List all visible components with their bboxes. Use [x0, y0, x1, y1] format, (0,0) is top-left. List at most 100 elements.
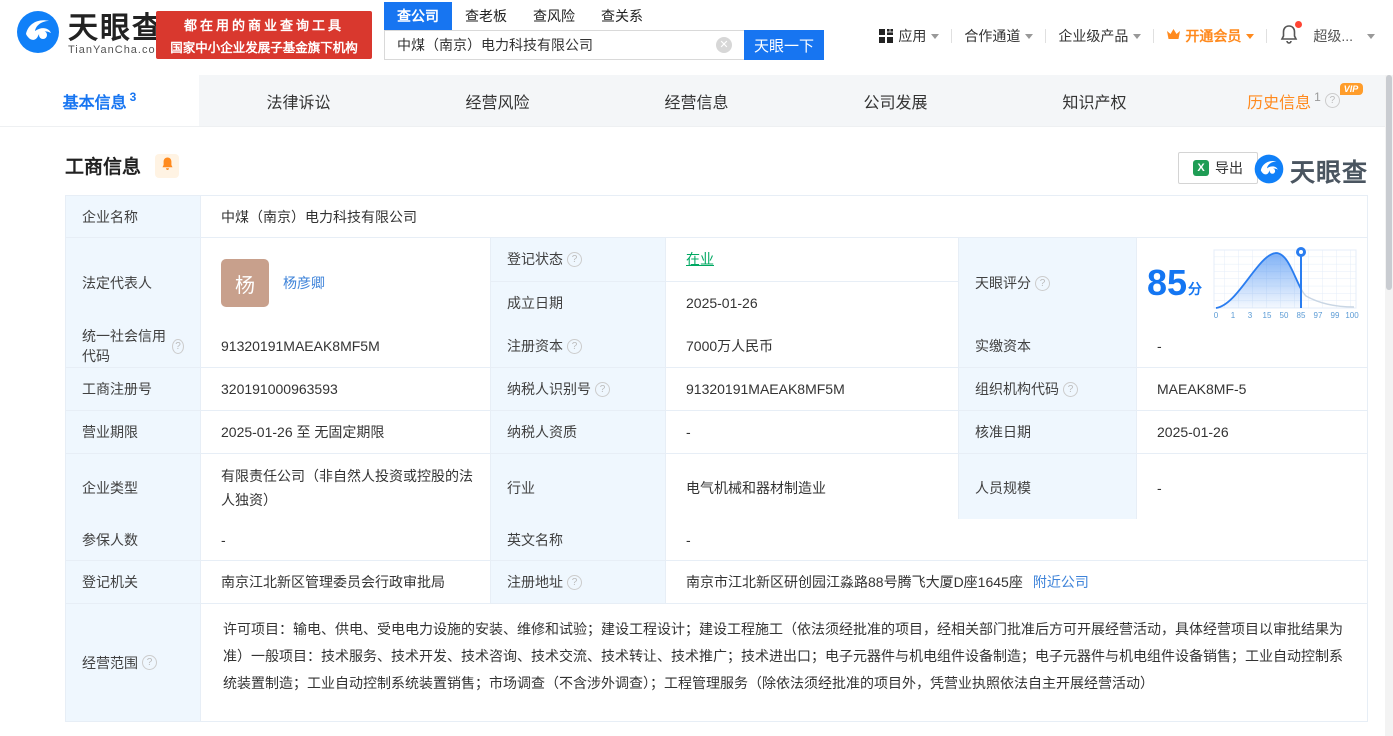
section-title: 工商信息: [65, 157, 142, 178]
help-icon[interactable]: ?: [142, 655, 157, 670]
nearby-companies-link[interactable]: 附近公司: [1033, 572, 1089, 592]
help-icon[interactable]: ?: [1324, 93, 1340, 108]
reg-status-value[interactable]: 在业: [686, 249, 714, 269]
help-icon[interactable]: ?: [1035, 275, 1050, 291]
slogan-line1: 都在用的商业查询工具: [183, 17, 344, 33]
tab-basic-info[interactable]: 基本信息 3: [0, 75, 199, 126]
help-icon[interactable]: ?: [1063, 381, 1078, 397]
tab-operating-info-label: 经营信息: [664, 94, 729, 112]
page-scrollbar[interactable]: [1385, 75, 1393, 736]
establish-date-label: 成立日期: [507, 295, 563, 312]
help-icon[interactable]: ?: [567, 338, 582, 354]
watermark-text: 天眼查: [1289, 159, 1368, 187]
tab-legal[interactable]: 法律诉讼: [199, 75, 398, 126]
top-menu: 应用 合作通道 企业级产品 开通会员 超级...: [879, 21, 1375, 48]
search-tab-company[interactable]: 查公司: [384, 2, 452, 30]
reg-number-label: 工商注册号: [66, 368, 201, 411]
tick-label: 99: [1331, 311, 1340, 320]
tab-operating-risk[interactable]: 经营风险: [398, 75, 597, 126]
reg-number-value: 320191000963593: [201, 368, 491, 411]
company-nav-tabs: 基本信息 3 法律诉讼 经营风险 经营信息 公司发展 知识产权 VIP 历史信息…: [0, 75, 1393, 127]
menu-partner[interactable]: 合作通道: [964, 26, 1034, 46]
reg-status-value-cell: 在业: [666, 238, 958, 282]
business-scope-label: 经营范围: [82, 654, 138, 671]
approve-date-label: 核准日期: [959, 411, 1137, 454]
status-subtable: 登记状态 ? 在业 成立日期 2025-01-26: [491, 238, 959, 329]
menu-apps[interactable]: 应用: [879, 26, 940, 46]
tianyancha-logo[interactable]: 天眼查 TianYanCha.com: [16, 10, 166, 59]
menu-user[interactable]: 超级...: [1313, 26, 1375, 46]
industry-value: 电气机械和器材制造业: [666, 454, 959, 523]
vip-badge: VIP: [1339, 83, 1364, 95]
reg-address-label: 注册地址: [507, 574, 563, 590]
search-input[interactable]: [384, 30, 744, 60]
reg-capital-label: 注册资本: [507, 338, 563, 354]
help-icon[interactable]: ?: [567, 251, 582, 267]
brand-domain: TianYanCha.com: [68, 43, 166, 56]
reg-capital-label-cell: 注册资本 ?: [491, 325, 666, 368]
tick-label: 85: [1297, 311, 1306, 320]
menu-enterprise[interactable]: 企业级产品: [1058, 26, 1142, 46]
reg-status-label-cell: 登记状态 ?: [491, 238, 666, 282]
staff-size-label: 人员规模: [959, 454, 1137, 523]
table-row: 法定代表人 杨 杨彦卿 登记状态 ? 在业 成立日期 2025-01-26 天眼…: [66, 238, 1368, 329]
chevron-down-icon: [1025, 33, 1034, 39]
table-row: 工商注册号 320191000963593 纳税人识别号 ? 91320191M…: [66, 368, 1368, 411]
notification-dot: [1295, 21, 1303, 28]
business-term-value: 2025-01-26 至 无固定期限: [201, 411, 491, 454]
clear-search-icon[interactable]: ✕: [716, 37, 732, 53]
scrollbar-thumb[interactable]: [1386, 75, 1392, 290]
tick-label: 1: [1231, 311, 1236, 320]
business-scope-label-cell: 经营范围 ?: [66, 604, 201, 722]
paid-capital-value: -: [1137, 325, 1368, 368]
search-tab-risk[interactable]: 查风险: [520, 2, 588, 30]
help-icon[interactable]: ?: [595, 381, 610, 397]
score-distribution-chart: 0 1 3 15 50 85 97 99 100: [1210, 242, 1360, 324]
notification-bell-icon[interactable]: [1279, 21, 1303, 48]
top-header: 天眼查 TianYanCha.com 都在用的商业查询工具 国家中小企业发展子基…: [0, 0, 1393, 75]
tab-operating-info[interactable]: 经营信息: [597, 75, 796, 126]
org-code-label: 组织机构代码: [975, 381, 1059, 397]
taxpayer-id-value: 91320191MAEAK8MF5M: [666, 368, 959, 411]
subscribe-bell-icon[interactable]: [155, 153, 180, 178]
company-name-label: 企业名称: [66, 196, 201, 238]
tab-history-info-count: 1: [1314, 89, 1321, 104]
menu-divider: [951, 29, 953, 43]
approve-date-value: 2025-01-26: [1137, 411, 1368, 454]
menu-enterprise-label: 企业级产品: [1058, 28, 1129, 44]
menu-open-vip-label: 开通会员: [1185, 28, 1242, 44]
establish-date-label-cell: 成立日期: [491, 281, 666, 325]
menu-open-vip[interactable]: 开通会员: [1166, 26, 1255, 46]
excel-icon: X: [1193, 160, 1209, 176]
reg-capital-value: 7000万人民币: [666, 325, 959, 368]
reg-status-label: 登记状态: [507, 251, 563, 268]
tab-basic-info-count: 3: [129, 89, 137, 104]
tab-history-info[interactable]: VIP 历史信息 1 ?: [1194, 75, 1393, 126]
help-icon[interactable]: ?: [567, 574, 582, 590]
legal-rep-link[interactable]: 杨彦卿: [283, 273, 325, 293]
tick-label: 100: [1345, 311, 1359, 320]
taxpayer-id-label-cell: 纳税人识别号 ?: [491, 368, 666, 411]
section-header: 工商信息 X 导出 天眼查: [65, 152, 1368, 189]
tab-basic-info-label: 基本信息: [62, 94, 127, 112]
help-icon[interactable]: ?: [172, 338, 184, 354]
search-button[interactable]: 天眼一下: [744, 30, 824, 60]
staff-size-value: -: [1137, 454, 1368, 523]
tick-label: 3: [1248, 311, 1253, 320]
watermark-logo: 天眼查: [1254, 153, 1368, 189]
search-area: 查公司 查老板 查风险 查关系 ✕ 天眼一下: [384, 2, 824, 60]
tab-company-development[interactable]: 公司发展: [796, 75, 995, 126]
export-button[interactable]: X 导出: [1178, 152, 1258, 184]
org-code-label-cell: 组织机构代码 ?: [959, 368, 1137, 411]
chevron-down-icon: [931, 33, 940, 39]
insured-count-value: -: [201, 519, 491, 561]
score-unit: 分: [1188, 281, 1203, 297]
tab-operating-risk-label: 经营风险: [465, 94, 530, 112]
search-tab-relation[interactable]: 查关系: [588, 2, 656, 30]
avatar: 杨: [221, 259, 269, 307]
tab-intellectual-property[interactable]: 知识产权: [995, 75, 1194, 126]
reg-address-value: 南京市江北新区研创园江淼路88号腾飞大厦D座1645座: [686, 574, 1023, 590]
org-code-value: MAEAK8MF-5: [1137, 368, 1368, 411]
search-tab-boss[interactable]: 查老板: [452, 2, 520, 30]
menu-divider: [1153, 29, 1155, 43]
